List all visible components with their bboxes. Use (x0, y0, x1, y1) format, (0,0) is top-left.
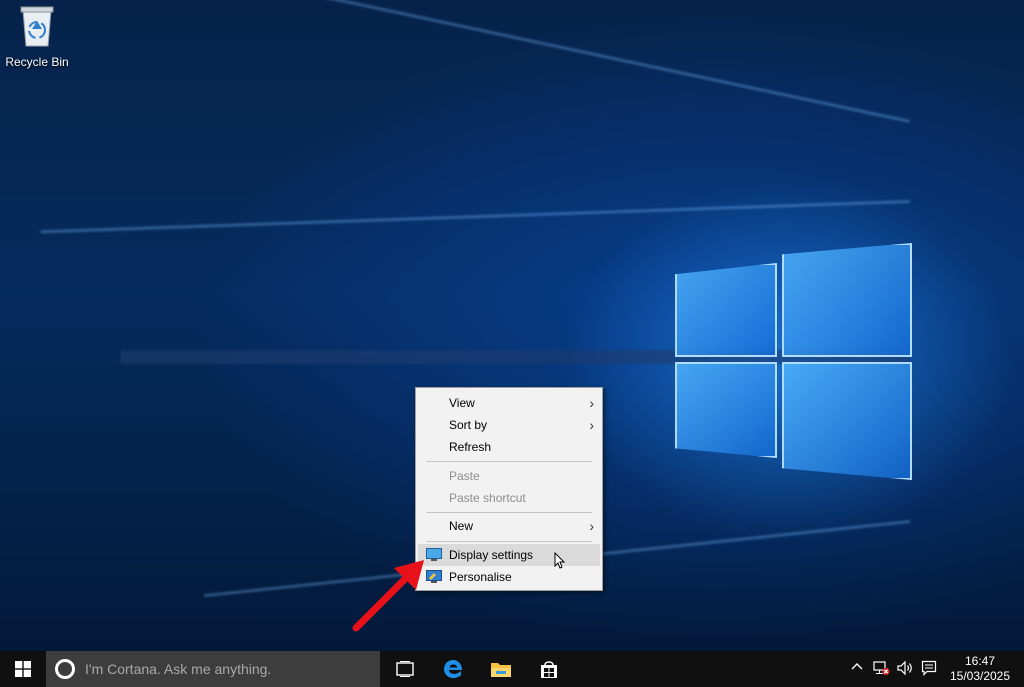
chevron-right-icon: › (589, 518, 594, 534)
action-center-icon (921, 660, 937, 676)
menu-item-label: Display settings (449, 548, 534, 562)
windows-start-icon (15, 661, 31, 677)
desktop[interactable]: Recycle Bin View › Sort by › Refresh Pas… (0, 0, 1024, 651)
windows-logo-pane (675, 362, 777, 458)
network-disconnected-icon (873, 661, 890, 676)
cortana-icon (55, 659, 75, 679)
task-view-icon (396, 661, 414, 677)
volume-button[interactable] (896, 660, 914, 678)
network-status-button[interactable] (872, 660, 890, 678)
recycle-bin-icon (20, 6, 54, 47)
store-taskbar-button[interactable] (525, 651, 573, 687)
clock-time: 16:47 (964, 654, 996, 668)
task-view-button[interactable] (381, 651, 429, 687)
menu-item-sort-by[interactable]: Sort by › (418, 414, 600, 436)
menu-item-refresh[interactable]: Refresh (418, 436, 600, 458)
file-explorer-icon (491, 663, 511, 677)
annotation-arrow-icon (352, 560, 424, 632)
recycle-bin-label: Recycle Bin (5, 55, 69, 69)
system-clock[interactable]: 16:47 15/03/2025 (943, 654, 1017, 684)
menu-item-label: New (449, 519, 474, 533)
menu-item-view[interactable]: View › (418, 392, 600, 414)
menu-item-label: Personalise (449, 570, 512, 584)
recycle-bin-shortcut[interactable]: Recycle Bin (2, 4, 72, 69)
menu-item-personalise[interactable]: Personalise (418, 566, 600, 588)
windows-logo-pane (782, 362, 912, 480)
chevron-right-icon: › (589, 417, 594, 433)
windows-logo-pane (782, 243, 912, 357)
menu-separator (426, 541, 592, 542)
light-beam (40, 200, 911, 234)
light-beam (313, 0, 911, 123)
menu-item-label: Sort by (449, 418, 488, 432)
menu-separator (426, 461, 592, 462)
menu-item-new[interactable]: New › (418, 515, 600, 537)
menu-item-label: View (449, 396, 475, 410)
cortana-search-box[interactable]: I'm Cortana. Ask me anything. (46, 651, 380, 687)
store-icon (541, 661, 557, 678)
menu-item-display-settings[interactable]: Display settings (418, 544, 600, 566)
taskbar: I'm Cortana. Ask me anything. 16:47 15/0… (0, 651, 1024, 687)
menu-item-paste[interactable]: Paste (418, 465, 600, 487)
edge-icon (444, 660, 462, 678)
file-explorer-taskbar-button[interactable] (477, 651, 525, 687)
windows-logo-pane (675, 263, 777, 357)
search-placeholder: I'm Cortana. Ask me anything. (85, 661, 272, 677)
chevron-up-icon (851, 663, 863, 670)
menu-item-label: Paste (449, 469, 480, 483)
show-hidden-icons-button[interactable] (848, 660, 866, 678)
clock-date: 15/03/2025 (949, 669, 1011, 683)
start-button[interactable] (0, 651, 46, 687)
menu-item-label: Refresh (449, 440, 492, 454)
edge-taskbar-button[interactable] (429, 651, 477, 687)
menu-item-paste-shortcut[interactable]: Paste shortcut (418, 487, 600, 509)
menu-item-label: Paste shortcut (449, 491, 526, 505)
desktop-context-menu: View › Sort by › Refresh Paste Paste sho… (415, 387, 603, 591)
menu-separator (426, 512, 592, 513)
chevron-right-icon: › (589, 395, 594, 411)
action-center-button[interactable] (920, 660, 938, 678)
volume-icon (897, 660, 912, 676)
mouse-cursor-icon (554, 552, 566, 569)
